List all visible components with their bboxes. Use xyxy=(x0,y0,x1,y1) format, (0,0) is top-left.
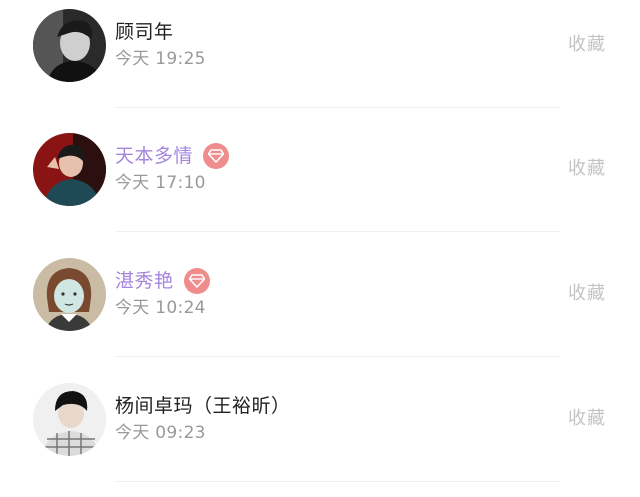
vip-diamond-icon xyxy=(203,143,230,169)
collect-button[interactable]: 收藏 xyxy=(568,405,606,433)
divider xyxy=(115,481,560,482)
list-item[interactable]: 顾司年 今天 19:25 收藏 xyxy=(0,0,640,108)
avatar[interactable] xyxy=(33,9,106,82)
collect-button[interactable]: 收藏 xyxy=(568,31,606,59)
portrait-photo-icon xyxy=(33,9,106,82)
list-item[interactable]: 湛秀艳 今天 10:24 收藏 xyxy=(0,232,640,357)
visit-time: 今天 09:23 xyxy=(115,423,206,443)
portrait-photo-icon xyxy=(33,383,106,456)
list-item[interactable]: 天本多情 今天 17:10 收藏 xyxy=(0,107,640,232)
cartoon-portrait-icon xyxy=(33,258,106,331)
visit-time: 今天 19:25 xyxy=(115,49,206,69)
collect-button[interactable]: 收藏 xyxy=(568,280,606,308)
list-item[interactable]: 杨间卓玛（王裕昕） 今天 09:23 收藏 xyxy=(0,357,640,482)
avatar[interactable] xyxy=(33,133,106,206)
avatar[interactable] xyxy=(33,258,106,331)
user-name[interactable]: 天本多情 xyxy=(115,142,193,170)
user-name[interactable]: 杨间卓玛（王裕昕） xyxy=(115,392,291,420)
avatar[interactable] xyxy=(33,383,106,456)
vip-diamond-icon xyxy=(183,268,210,294)
user-name[interactable]: 湛秀艳 xyxy=(115,267,174,295)
visit-time: 今天 17:10 xyxy=(115,173,206,193)
user-name[interactable]: 顾司年 xyxy=(115,18,174,46)
visitor-list: 顾司年 今天 19:25 收藏 天本多情 今天 17:10 收藏 湛秀艳 今天 … xyxy=(0,0,640,497)
collect-button[interactable]: 收藏 xyxy=(568,155,606,183)
visit-time: 今天 10:24 xyxy=(115,298,206,318)
portrait-photo-icon xyxy=(33,133,106,206)
